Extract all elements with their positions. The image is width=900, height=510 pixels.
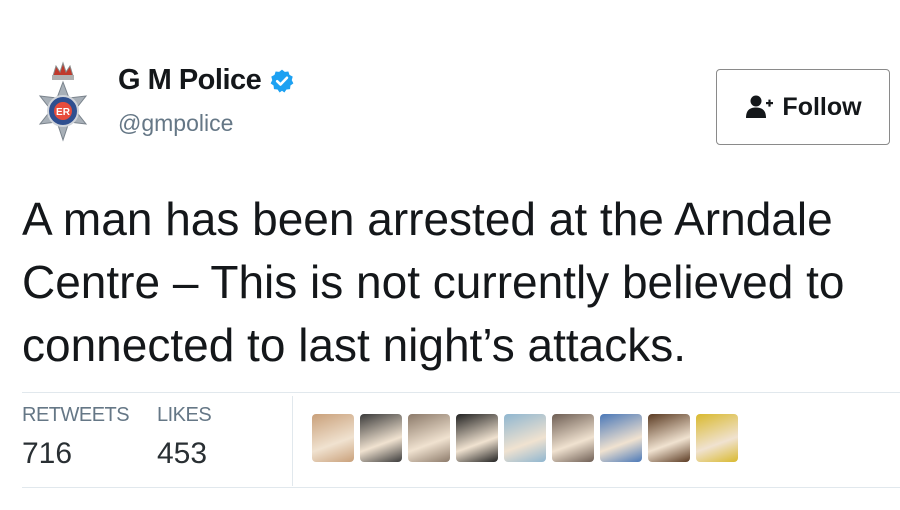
author-row: G M Police <box>118 64 295 97</box>
liker-avatar-1[interactable] <box>312 414 354 462</box>
likers-avatars <box>312 414 744 462</box>
divider <box>22 487 900 488</box>
follow-button[interactable]: Follow <box>716 69 890 145</box>
liker-avatar-5[interactable] <box>504 414 546 462</box>
likes-stat[interactable]: LIKES 453 <box>157 404 212 471</box>
liker-avatar-9[interactable] <box>696 414 738 462</box>
liker-avatar-2[interactable] <box>360 414 402 462</box>
svg-text:ER: ER <box>56 107 71 118</box>
liker-avatar-4[interactable] <box>456 414 498 462</box>
follow-button-label: Follow <box>782 92 862 121</box>
retweets-label: RETWEETS <box>22 404 130 426</box>
avatar[interactable]: ER <box>30 58 96 154</box>
likes-label: LIKES <box>157 404 212 426</box>
author-name[interactable]: G M Police <box>118 64 262 97</box>
liker-avatar-8[interactable] <box>648 414 690 462</box>
verified-badge-icon <box>270 69 294 92</box>
add-user-icon <box>746 95 774 118</box>
retweets-stat[interactable]: RETWEETS 716 <box>22 404 130 471</box>
tweet-text: A man has been arrested at the Arndale C… <box>22 193 845 371</box>
likes-count: 453 <box>157 437 208 470</box>
police-badge-icon: ER <box>38 61 88 142</box>
author-handle[interactable]: @gmpolice <box>118 110 233 137</box>
stats-separator <box>292 396 293 486</box>
liker-avatar-6[interactable] <box>552 414 594 462</box>
divider <box>22 392 900 393</box>
liker-avatar-7[interactable] <box>600 414 642 462</box>
liker-avatar-3[interactable] <box>408 414 450 462</box>
retweets-count: 716 <box>22 437 73 470</box>
